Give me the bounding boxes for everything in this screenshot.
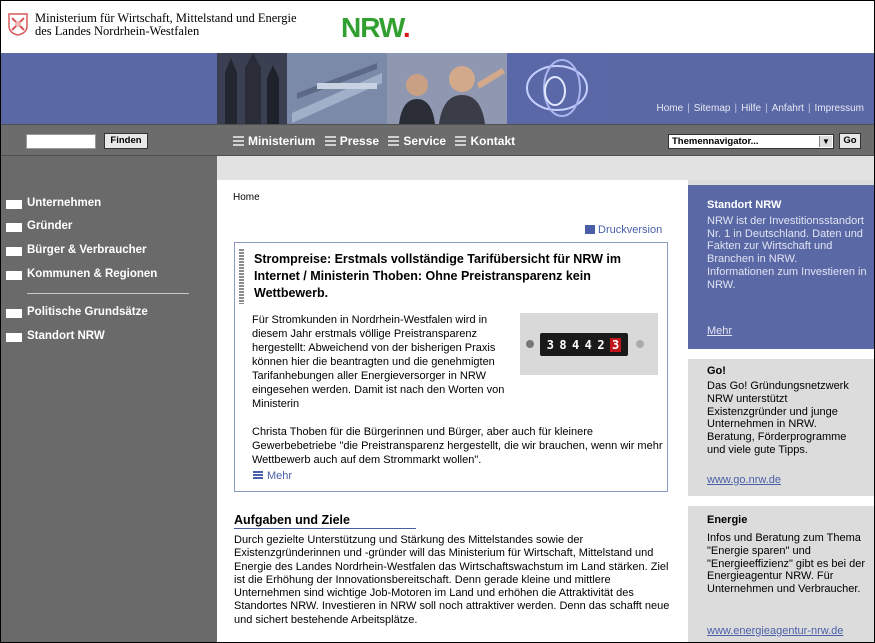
- meter-digit-decimal: 3: [609, 337, 622, 352]
- sidebar-divider: [27, 293, 189, 294]
- left-sidebar: Unternehmen Gründer Bürger & Verbraucher…: [1, 156, 217, 642]
- meter-knob-icon: [526, 340, 534, 348]
- sidebar-item-label: Politische Grundsätze: [27, 306, 148, 318]
- search-button[interactable]: Finden: [104, 133, 148, 149]
- sidebar-item-buerger[interactable]: Bürger & Verbraucher: [1, 244, 147, 256]
- standort-text: NRW ist der Investitionsstandort Nr. 1 i…: [707, 215, 867, 291]
- bullet-icon: [6, 247, 22, 256]
- sidebar-item-standort[interactable]: Standort NRW: [1, 330, 105, 342]
- main-navbar: Finden Ministerium Presse Service Kontak…: [1, 124, 874, 156]
- nrw-logo-dot: .: [402, 12, 411, 43]
- nav-ministerium[interactable]: Ministerium: [233, 134, 315, 148]
- article-more-link[interactable]: Mehr: [253, 470, 292, 482]
- bullet-icon: [6, 200, 22, 209]
- sidebar-item-label: Gründer: [27, 220, 73, 232]
- go-text: Das Go! Gründungsnetzwerk NRW unterstütz…: [707, 380, 849, 456]
- coat-of-arms-icon: [8, 13, 28, 36]
- meter-counter: 3 8 4 4 2 3: [540, 333, 628, 356]
- standort-more-link[interactable]: Mehr: [707, 325, 732, 337]
- title-accent-bar: [239, 249, 244, 304]
- right-column-divider: [688, 349, 874, 359]
- sidebar-item-label: Kommunen & Regionen: [27, 268, 158, 280]
- sidebar-item-kommunen[interactable]: Kommunen & Regionen: [1, 268, 157, 280]
- standort-teaser: Standort NRW NRW ist der Investitionssta…: [688, 185, 874, 349]
- section-text: Durch gezielte Unterstützung und Stärkun…: [234, 534, 670, 626]
- themennavigator-value: Themennavigator...: [672, 136, 759, 147]
- themennavigator-select[interactable]: Themennavigator... ▼: [668, 134, 834, 149]
- list-icon: [253, 471, 263, 479]
- nav-service[interactable]: Service: [388, 134, 446, 148]
- list-icon: [455, 136, 467, 146]
- go-button[interactable]: Go: [839, 133, 861, 149]
- sidebar-item-label: Standort NRW: [27, 330, 105, 342]
- nrw-logo[interactable]: NRW.: [341, 12, 411, 43]
- sidebar-item-label: Bürger & Verbraucher: [27, 244, 147, 256]
- go-title: Go!: [707, 365, 726, 377]
- sidebar-item-grundsaetze[interactable]: Politische Grundsätze: [1, 306, 148, 318]
- topnav-anfahrt[interactable]: Anfahrt: [772, 103, 804, 114]
- energie-text: Infos und Beratung zum Thema "Energie sp…: [707, 532, 866, 596]
- site-header: Ministerium für Wirtschaft, Mittelstand …: [1, 1, 874, 53]
- meter-digit: 3: [546, 337, 554, 352]
- nav-service-label: Service: [403, 134, 447, 148]
- breadcrumb[interactable]: Home: [233, 192, 260, 203]
- topnav-home[interactable]: Home: [656, 103, 683, 114]
- energie-link[interactable]: www.energieagentur-nrw.de: [707, 625, 843, 637]
- printer-icon: [585, 225, 595, 234]
- druckversion-label: Druckversion: [598, 224, 663, 236]
- sidebar-item-unternehmen[interactable]: Unternehmen: [1, 197, 101, 209]
- electricity-meter-image: 3 8 4 4 2 3: [520, 313, 658, 375]
- topnav-hilfe[interactable]: Hilfe: [741, 103, 761, 114]
- sidebar-item-label: Unternehmen: [27, 197, 102, 209]
- top-navigation: Home | Sitemap | Hilfe | Anfahrt | Impressum: [656, 103, 864, 114]
- meter-knob-icon: [636, 340, 644, 348]
- featured-article: Strompreise: Erstmals vollständige Tarif…: [234, 242, 668, 492]
- sidebar-item-gruender[interactable]: Gründer: [1, 220, 72, 232]
- article-text-part1: Für Stromkunden in Nordrhein-Westfalen w…: [252, 314, 505, 410]
- meter-digit: 2: [597, 337, 605, 352]
- meter-digit: 4: [584, 337, 592, 352]
- nav-presse-label: Presse: [339, 134, 380, 148]
- energie-title: Energie: [707, 514, 748, 526]
- section-title: Aufgaben und Ziele: [234, 513, 350, 527]
- meter-digit: 8: [559, 337, 567, 352]
- nav-presse[interactable]: Presse: [324, 134, 380, 148]
- standort-title: Standort NRW: [707, 199, 782, 211]
- page-frame: Ministerium für Wirtschaft, Mittelstand …: [0, 0, 875, 643]
- main-menu: Ministerium Presse Service Kontakt: [233, 134, 521, 148]
- go-link[interactable]: www.go.nrw.de: [707, 474, 781, 486]
- search-input[interactable]: [26, 134, 96, 149]
- nav-kontakt[interactable]: Kontakt: [455, 134, 515, 148]
- meter-digit: 4: [572, 337, 580, 352]
- list-icon: [324, 136, 336, 146]
- article-title: Strompreise: Erstmals vollständige Tarif…: [254, 252, 621, 300]
- bullet-icon: [6, 333, 22, 342]
- bullet-icon: [6, 309, 22, 318]
- right-column-divider: [688, 496, 874, 506]
- header-banner: Home | Sitemap | Hilfe | Anfahrt | Impressum: [1, 53, 874, 124]
- ministry-name: Ministerium für Wirtschaft, Mittelstand …: [35, 12, 297, 38]
- bullet-icon: [6, 271, 22, 280]
- article-more-label: Mehr: [267, 470, 293, 482]
- topnav-sitemap[interactable]: Sitemap: [694, 103, 731, 114]
- nav-kontakt-label: Kontakt: [470, 134, 516, 148]
- bullet-icon: [6, 223, 22, 232]
- topnav-impressum[interactable]: Impressum: [815, 103, 864, 114]
- list-icon: [233, 136, 244, 146]
- article-text-part2: Christa Thoben für die Bürgerinnen und B…: [252, 426, 663, 466]
- section-underline: [234, 528, 416, 529]
- nav-ministerium-label: Ministerium: [248, 134, 316, 148]
- banner-photo-collage: [217, 53, 612, 124]
- ministry-line2: des Landes Nordrhein-Westfalen: [35, 24, 200, 38]
- content-top-strip: [217, 156, 874, 180]
- chevron-down-icon[interactable]: ▼: [819, 136, 832, 147]
- druckversion-link[interactable]: Druckversion: [585, 224, 662, 236]
- list-icon: [388, 136, 400, 146]
- nrw-logo-text: NRW: [341, 12, 404, 43]
